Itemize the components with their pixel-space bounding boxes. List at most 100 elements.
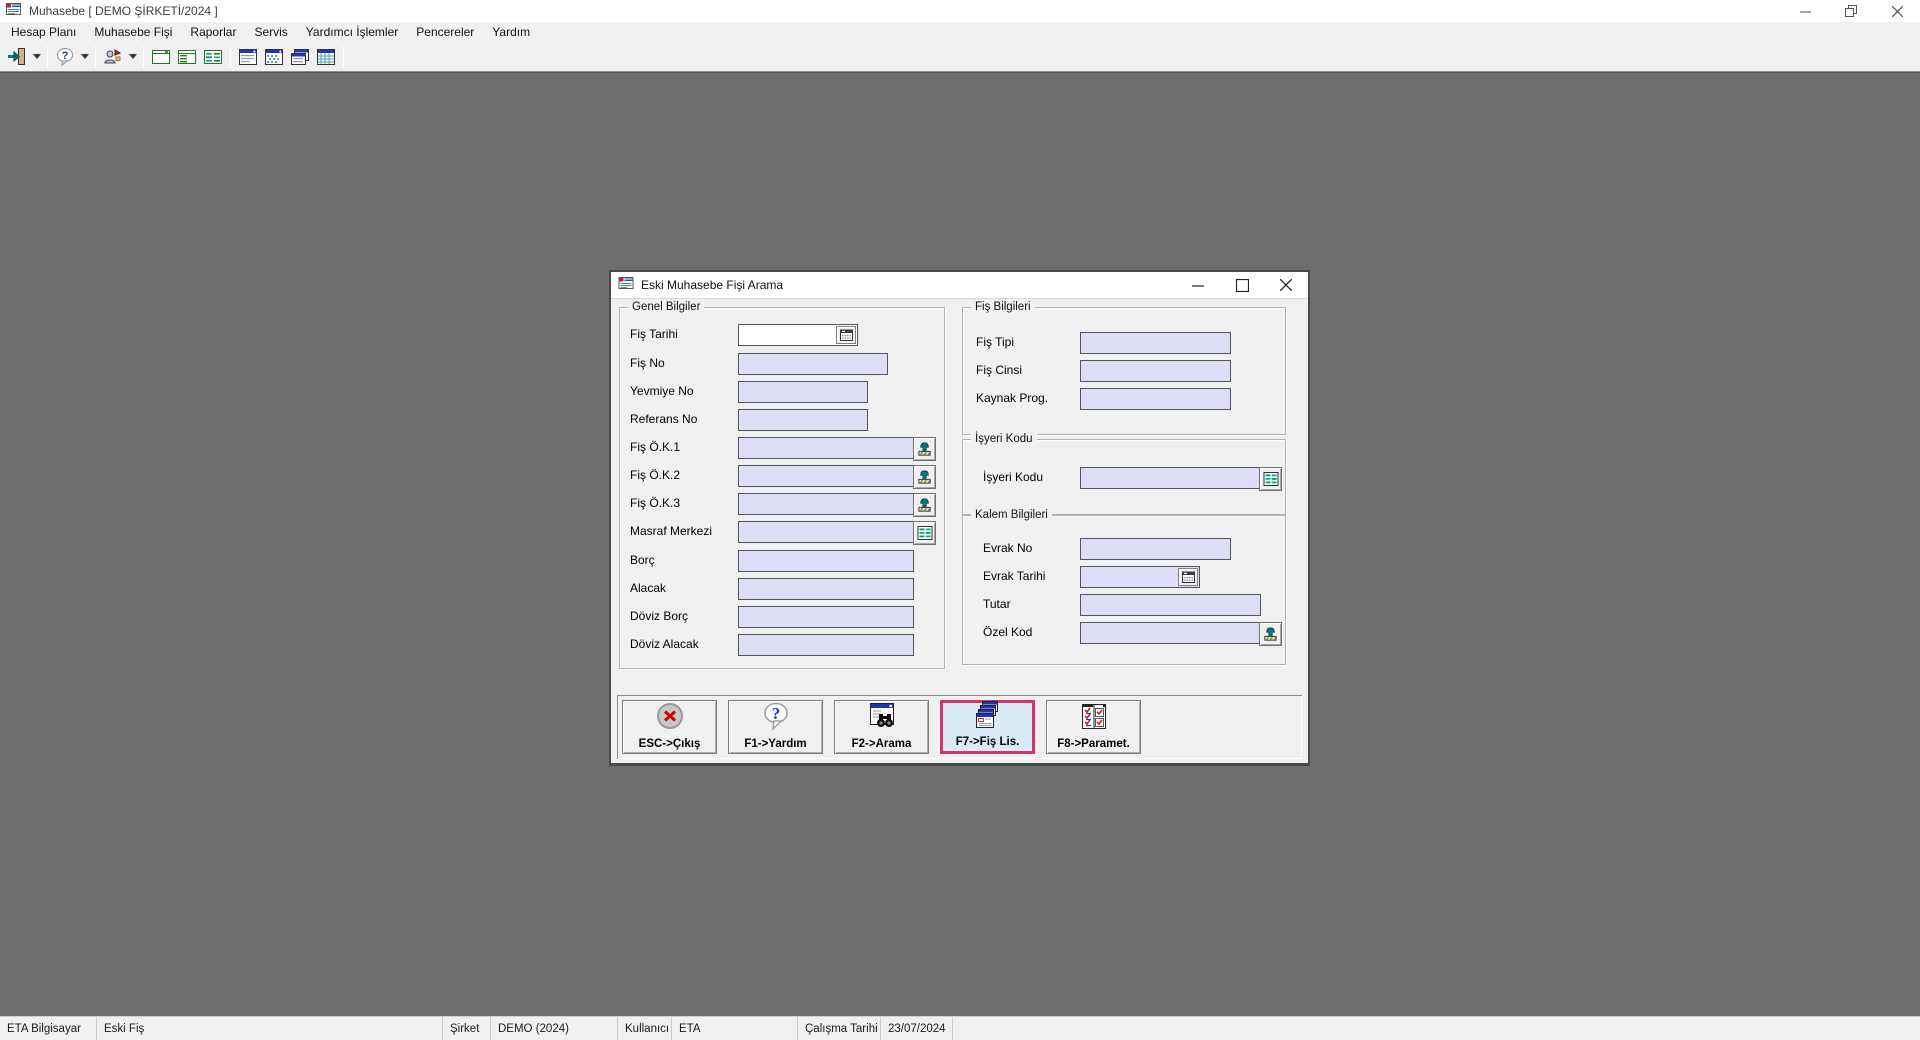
status-company-name: ETA Bilgisayar <box>0 1017 97 1040</box>
f7-fis-listesi-button[interactable]: F7->Fiş Lis. <box>940 700 1035 754</box>
window-list-icon[interactable] <box>174 45 200 69</box>
documents-stack-icon[interactable] <box>287 45 313 69</box>
main-titlebar: Muhasebe [ DEMO ŞİRKETİ/2024 ] <box>0 0 1920 22</box>
help-dropdown-arrow[interactable] <box>78 45 91 69</box>
stamp-lookup-icon[interactable] <box>913 493 936 517</box>
dialog-button-panel: ESC->Çıkış ? F1->Yardım F2->Arama F7->Fi… <box>617 695 1302 759</box>
group-genel-bilgiler: Genel Bilgiler Fiş Tarihi Fiş No Yevmiye… <box>619 307 945 669</box>
close-button[interactable] <box>1874 0 1920 22</box>
referans-no-field[interactable] <box>738 409 868 431</box>
exit-icon[interactable] <box>4 45 30 69</box>
field-label: Fiş Ö.K.2 <box>630 468 680 482</box>
parameters-icon <box>1077 702 1111 737</box>
menu-servis[interactable]: Servis <box>245 23 296 41</box>
table-lookup-icon[interactable] <box>913 521 936 545</box>
status-calisma-tarihi-value: 23/07/2024 <box>881 1017 953 1040</box>
restore-button[interactable] <box>1828 0 1874 22</box>
stamp-lookup-icon[interactable] <box>913 437 936 461</box>
window-columns-icon[interactable] <box>200 45 226 69</box>
menu-pencereler[interactable]: Pencereler <box>407 23 483 41</box>
toolbar-separator <box>143 46 144 68</box>
field-label: Döviz Borç <box>630 609 688 623</box>
group-label: Fiş Bilgileri <box>971 300 1035 314</box>
f2-arama-button[interactable]: F2->Arama <box>834 700 929 754</box>
dialog-minimize-button[interactable] <box>1176 272 1220 299</box>
status-module: Eski Fiş <box>97 1017 443 1040</box>
table-lookup-icon[interactable] <box>1259 467 1282 491</box>
fis-ok3-field[interactable] <box>738 493 936 515</box>
mdi-area: Eski Muhasebe Fişi Arama Genel Bilgiler … <box>0 72 1920 1016</box>
evrak-no-field[interactable] <box>1080 538 1231 560</box>
window-new-icon[interactable] <box>148 45 174 69</box>
fis-cinsi-field[interactable] <box>1080 360 1231 382</box>
stamp-lookup-icon[interactable] <box>1259 622 1282 646</box>
borc-field[interactable] <box>738 550 914 572</box>
doviz-alacak-field[interactable] <box>738 634 914 656</box>
status-sirket-value: DEMO (2024) <box>491 1017 618 1040</box>
status-kullanici-label: Kullanıcı <box>618 1017 672 1040</box>
field-label: Yevmiye No <box>630 384 694 398</box>
stamp-lookup-icon[interactable] <box>913 465 936 489</box>
user-icon[interactable] <box>100 45 126 69</box>
menubar: Hesap Planı Muhasebe Fişi Raporlar Servi… <box>0 22 1920 42</box>
field-label: Referans No <box>630 412 697 426</box>
f1-yardim-button[interactable]: ? F1->Yardım <box>728 700 823 754</box>
window-title: Muhasebe [ DEMO ŞİRKETİ/2024 ] <box>29 4 218 18</box>
toolbar: ? <box>0 42 1920 72</box>
user-dropdown-arrow[interactable] <box>126 45 139 69</box>
field-label: Evrak No <box>983 541 1032 555</box>
calendar-icon[interactable] <box>836 326 856 344</box>
help-icon[interactable]: ? <box>52 45 78 69</box>
field-label: İşyeri Kodu <box>983 470 1043 484</box>
masraf-merkezi-field[interactable] <box>738 521 936 543</box>
fis-tarihi-field[interactable] <box>738 324 858 346</box>
field-label: Kaynak Prog. <box>976 391 1048 405</box>
esc-cikis-button[interactable]: ESC->Çıkış <box>622 700 717 754</box>
kaynak-prog-field[interactable] <box>1080 388 1231 410</box>
search-binoculars-icon <box>865 702 899 737</box>
field-label: Tutar <box>983 597 1011 611</box>
fis-tipi-field[interactable] <box>1080 332 1231 354</box>
evrak-tarihi-field[interactable] <box>1080 566 1200 588</box>
alacak-field[interactable] <box>738 578 914 600</box>
status-calisma-tarihi-label: Çalışma Tarihi <box>798 1017 881 1040</box>
menu-yardim[interactable]: Yardım <box>483 23 539 41</box>
status-kullanici-value: ETA <box>672 1017 798 1040</box>
fis-no-field[interactable] <box>738 353 888 375</box>
calendar-icon[interactable] <box>1178 568 1198 586</box>
fis-ok2-field[interactable] <box>738 465 936 487</box>
status-empty <box>953 1017 1920 1040</box>
field-label: Alacak <box>630 581 666 595</box>
isyeri-kodu-field[interactable] <box>1080 467 1282 489</box>
menu-muhasebe-fisi[interactable]: Muhasebe Fişi <box>85 23 181 41</box>
menu-hesap-plani[interactable]: Hesap Planı <box>2 23 85 41</box>
minimize-button[interactable] <box>1782 0 1828 22</box>
menu-yardimci-islemler[interactable]: Yardımcı İşlemler <box>297 23 407 41</box>
app-icon <box>6 2 21 21</box>
grid-icon[interactable] <box>313 45 339 69</box>
ozel-kod-field[interactable] <box>1080 622 1282 644</box>
svg-text:?: ? <box>62 50 69 62</box>
document-mosaic-icon[interactable] <box>261 45 287 69</box>
exit-dropdown-arrow[interactable] <box>30 45 43 69</box>
f8-parametreler-button[interactable]: F8->Paramet. <box>1046 700 1141 754</box>
document-icon[interactable] <box>235 45 261 69</box>
fis-ok1-field[interactable] <box>738 437 936 459</box>
menu-raporlar[interactable]: Raporlar <box>181 23 245 41</box>
group-fis-bilgileri: Fiş Bilgileri Fiş Tipi Fiş Cinsi Kaynak … <box>962 307 1286 435</box>
svg-text:?: ? <box>771 704 780 723</box>
dialog-maximize-button[interactable] <box>1220 272 1264 299</box>
doviz-borc-field[interactable] <box>738 606 914 628</box>
tutar-field[interactable] <box>1080 594 1261 616</box>
toolbar-separator <box>47 46 48 68</box>
field-label: Fiş Tipi <box>976 335 1014 349</box>
field-label: Döviz Alacak <box>630 637 699 651</box>
field-label: Fiş Cinsi <box>976 363 1022 377</box>
group-label: Kalem Bilgileri <box>971 508 1052 522</box>
fis-list-icon <box>971 700 1005 735</box>
yevmiye-no-field[interactable] <box>738 381 868 403</box>
dialog-titlebar[interactable]: Eski Muhasebe Fişi Arama <box>611 272 1308 299</box>
group-label: Genel Bilgiler <box>628 300 704 314</box>
group-label: İşyeri Kodu <box>971 432 1037 446</box>
dialog-close-button[interactable] <box>1264 272 1308 299</box>
